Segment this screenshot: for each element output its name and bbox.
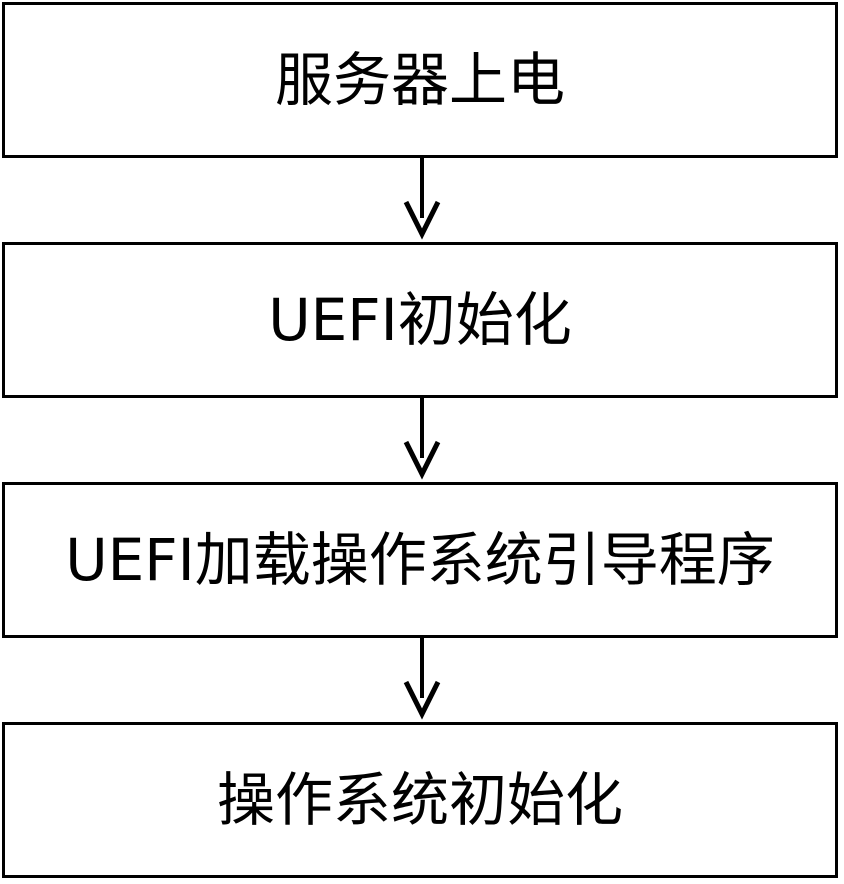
step-label: 服务器上电 [274,46,565,114]
down-arrow-icon [403,398,441,480]
step-label: 操作系统初始化 [216,766,623,834]
flowchart: 服务器上电 UEFI初始化 UEFI加载操作系统引导程序 操作系统初始化 [0,0,844,884]
step-box-uefi-load-bootloader: UEFI加载操作系统引导程序 [2,482,838,638]
step-box-server-power-on: 服务器上电 [2,2,838,158]
step-box-os-init: 操作系统初始化 [2,722,838,878]
step-label: UEFI加载操作系统引导程序 [65,526,775,594]
step-box-uefi-init: UEFI初始化 [2,242,838,398]
down-arrow-icon [403,638,441,720]
step-label: UEFI初始化 [268,286,572,354]
down-arrow-icon [403,158,441,240]
